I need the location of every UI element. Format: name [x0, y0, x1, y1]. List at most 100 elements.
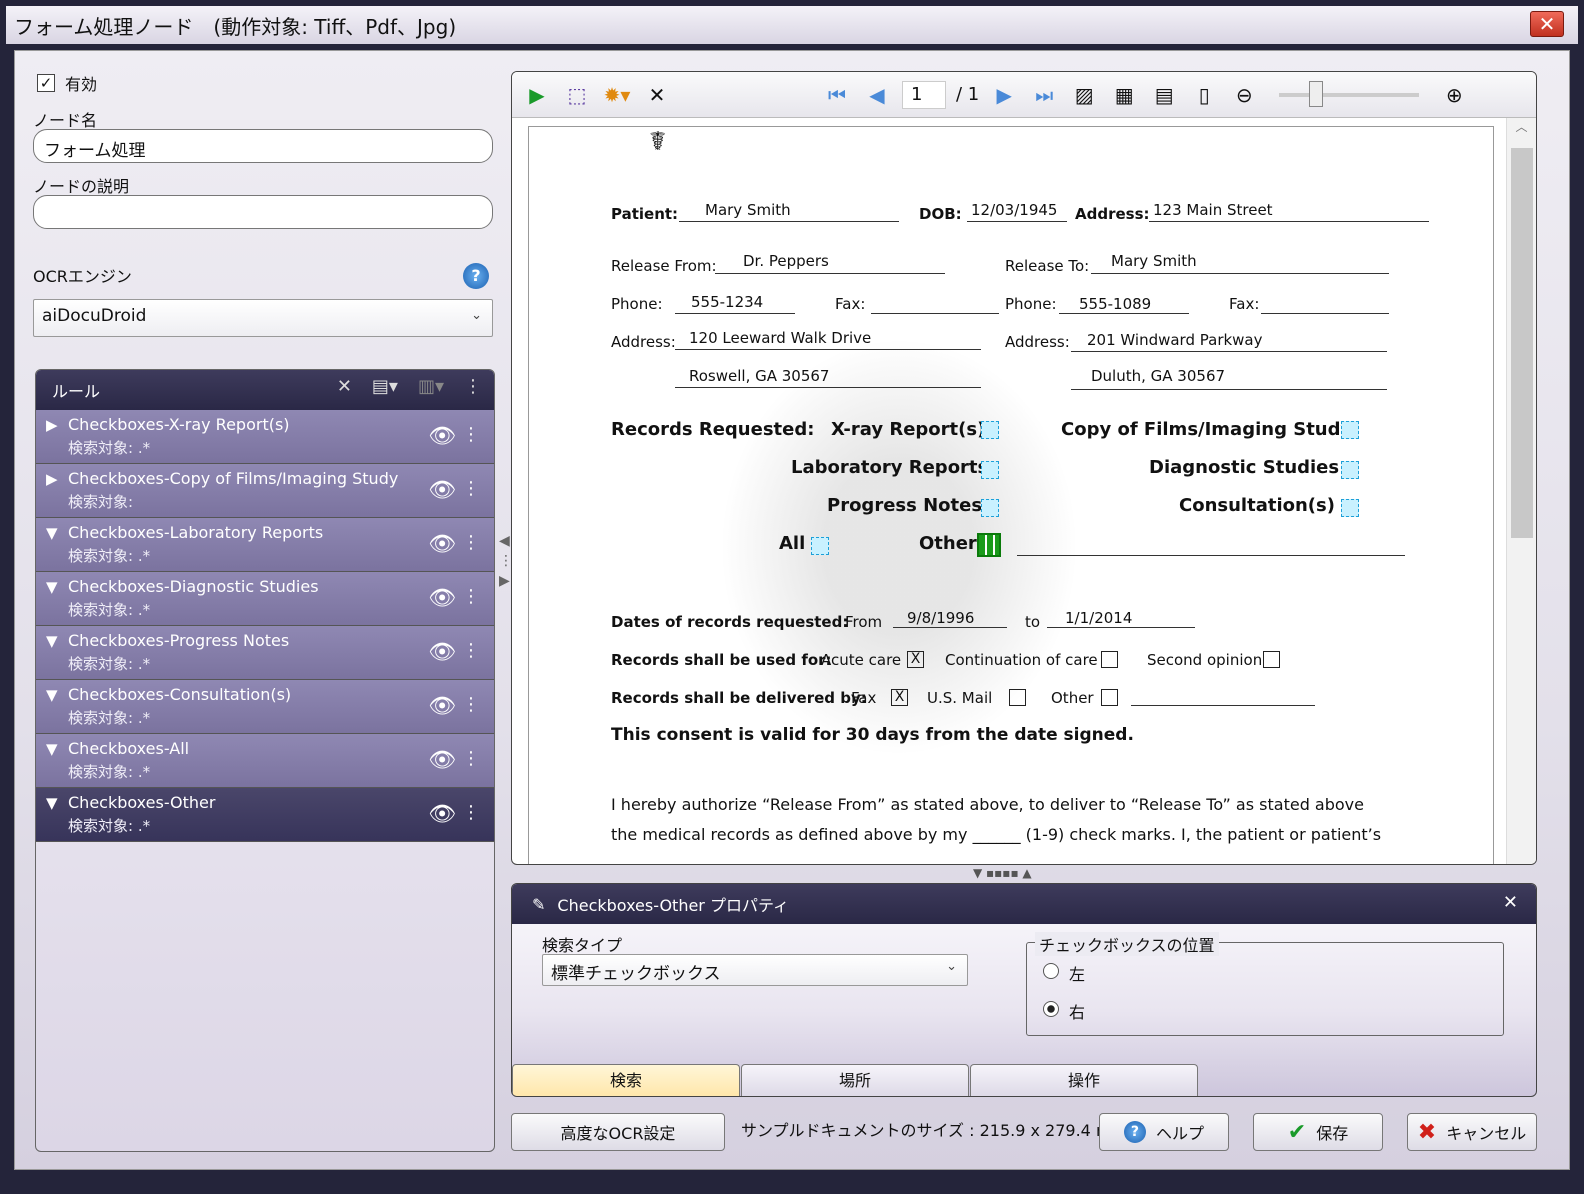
ocr-engine-select[interactable]: aiDocuDroid ⌄ [33, 299, 493, 337]
collapse-icon[interactable]: ▼ [46, 632, 58, 650]
checkbox-region[interactable] [811, 537, 829, 555]
clear-icon[interactable]: ✕ [642, 80, 672, 110]
radio-left[interactable] [1043, 963, 1059, 979]
radio-right-label: 右 [1069, 1003, 1086, 1022]
next-page-icon[interactable]: ▶ [989, 80, 1019, 110]
more-menu-icon[interactable]: ⋮ [462, 640, 480, 661]
rule-item[interactable]: ▶ Checkboxes-Copy of Films/Imaging Study 検… [36, 464, 494, 518]
gear-icon[interactable]: ✹▾ [602, 80, 632, 110]
add-rule-icon[interactable]: ▤▾ [372, 376, 398, 397]
tab-actions[interactable]: 操作 [970, 1064, 1198, 1096]
node-name-input[interactable]: フォーム処理 [33, 129, 493, 163]
eye-icon[interactable]: 👁 [428, 802, 456, 827]
vertical-scrollbar[interactable]: ︿ [1506, 118, 1536, 864]
fit-page-icon[interactable]: ▦ [1109, 80, 1139, 110]
prev-page-icon[interactable]: ◀ [862, 80, 892, 110]
rule-item[interactable]: ▼ Checkboxes-Progress Notes 検索対象: .* 👁 ⋮ [36, 626, 494, 680]
other-option-label: Other [1051, 689, 1094, 707]
fit-height-icon[interactable]: ▯ [1189, 80, 1219, 110]
eye-icon[interactable]: 👁 [428, 586, 456, 611]
lab-reports-label: Laboratory Reports [791, 457, 989, 478]
tab-location[interactable]: 場所 [741, 1064, 969, 1096]
cancel-button[interactable]: ✖ キャンセル [1407, 1113, 1537, 1151]
collapse-icon[interactable]: ▼ [46, 686, 58, 704]
document-page: ☤ Patient: Mary Smith DOB: 12/03/1945 Ad… [528, 126, 1494, 864]
checkbox-region[interactable] [1341, 421, 1359, 439]
more-menu-icon[interactable]: ⋮ [462, 478, 480, 499]
image-icon[interactable]: ▨ [1069, 80, 1099, 110]
tab-search[interactable]: 検索 [512, 1064, 740, 1096]
eye-icon[interactable]: 👁 [428, 532, 456, 557]
more-menu-icon[interactable]: ⋮ [462, 532, 480, 553]
eye-icon[interactable]: 👁 [428, 478, 456, 503]
checkbox-region[interactable] [1341, 461, 1359, 479]
help-icon[interactable]: ? [463, 263, 489, 289]
more-menu-icon[interactable]: ⋮ [462, 694, 480, 715]
checkbox-region[interactable] [981, 421, 999, 439]
rule-item[interactable]: ▼ Checkboxes-Consultation(s) 検索対象: .* 👁 ⋮ [36, 680, 494, 734]
node-desc-input[interactable] [33, 195, 493, 229]
continuation-box [1101, 651, 1118, 668]
fit-width-icon[interactable]: ▤ [1149, 80, 1179, 110]
diagnostic-label: Diagnostic Studies [1149, 457, 1340, 478]
capture-icon[interactable]: ⬚ [562, 80, 592, 110]
more-menu-icon[interactable]: ⋮ [462, 748, 480, 769]
page-total: / 1 [956, 84, 980, 105]
rule-item[interactable]: ▼ Checkboxes-Laboratory Reports 検索対象: .* 👁 ⋮ [36, 518, 494, 572]
rule-item[interactable]: ▼ Checkboxes-All 検索対象: .* 👁 ⋮ [36, 734, 494, 788]
save-button[interactable]: ✔ 保存 [1253, 1113, 1383, 1151]
enabled-checkbox[interactable]: ✓ [37, 74, 55, 92]
close-window-button[interactable]: ✕ [1530, 11, 1564, 37]
rule-item[interactable]: ▶ Checkboxes-X-ray Report(s) 検索対象: .* 👁 ⋮ [36, 410, 494, 464]
expand-icon[interactable]: ▶ [46, 470, 58, 488]
eye-icon[interactable]: 👁 [428, 748, 456, 773]
expand-icon[interactable]: ▶ [46, 416, 58, 434]
eye-icon[interactable]: 👁 [428, 694, 456, 719]
address-value: 123 Main Street [1153, 201, 1273, 219]
scroll-up-icon[interactable]: ︿ [1507, 118, 1536, 135]
checkbox-region[interactable] [1341, 499, 1359, 517]
search-type-select[interactable]: 標準チェックボックス ⌄ [542, 954, 968, 986]
delete-rule-icon[interactable]: ✕ [337, 376, 352, 397]
acute-care-label: Acute care [821, 651, 902, 669]
eye-icon[interactable]: 👁 [428, 424, 456, 449]
used-for-label: Records shall be used for: [611, 651, 832, 669]
second-opinion-label: Second opinion [1147, 651, 1263, 669]
checkbox-region[interactable] [981, 461, 999, 479]
fax-label: Fax: [835, 295, 866, 313]
radio-right[interactable] [1043, 1001, 1059, 1017]
eye-icon[interactable]: 👁 [428, 640, 456, 665]
ocr-engine-label: OCRエンジン [33, 267, 132, 286]
rule-item[interactable]: ▼ Checkboxes-Diagnostic Studies 検索対象: .* 👁 ⋮ [36, 572, 494, 626]
field-line [1071, 351, 1387, 352]
checkbox-region[interactable] [981, 499, 999, 517]
first-page-icon[interactable]: ⏮ [822, 80, 852, 110]
patient-value: Mary Smith [705, 201, 791, 219]
release-from-value: Dr. Peppers [743, 252, 829, 270]
play-icon[interactable]: ▶ [522, 80, 552, 110]
more-menu-icon[interactable]: ⋮ [464, 376, 482, 397]
collapse-icon[interactable]: ▼ [46, 578, 58, 596]
more-menu-icon[interactable]: ⋮ [462, 586, 480, 607]
zoom-out-icon[interactable]: ⊖ [1229, 80, 1259, 110]
copy-rule-icon[interactable]: ▥▾ [418, 376, 444, 397]
collapse-icon[interactable]: ▼ [46, 794, 58, 812]
collapse-icon[interactable]: ▼ [46, 524, 58, 542]
horizontal-splitter[interactable]: ▼ ▪▪▪▪ ▲ [973, 866, 1032, 880]
client-area: ✓ 有効 ノード名 フォーム処理 ノードの説明 OCRエンジン ? aiDocu… [14, 50, 1570, 1170]
close-properties-icon[interactable]: ✕ [1503, 892, 1518, 913]
advanced-ocr-button[interactable]: 高度なOCR設定 [511, 1113, 725, 1151]
app-window: フォーム処理ノード (動作対象: Tiff、Pdf、Jpg) ✕ ✓ 有効 ノー… [0, 0, 1584, 1194]
zoom-in-icon[interactable]: ⊕ [1439, 80, 1469, 110]
zoom-slider[interactable] [1279, 80, 1420, 107]
help-button[interactable]: ? ヘルプ [1099, 1113, 1229, 1151]
rule-item[interactable]: ▼ Checkboxes-Other 検索対象: .* 👁 ⋮ [36, 788, 494, 842]
more-menu-icon[interactable]: ⋮ [462, 802, 480, 823]
page-number-input[interactable]: 1 [902, 80, 946, 109]
collapse-icon[interactable]: ▼ [46, 740, 58, 758]
last-page-icon[interactable]: ⏭ [1029, 80, 1059, 110]
dob-label: DOB: [919, 205, 962, 223]
scroll-thumb[interactable] [1511, 148, 1533, 538]
more-menu-icon[interactable]: ⋮ [462, 424, 480, 445]
selected-checkbox-region[interactable] [977, 533, 1001, 557]
